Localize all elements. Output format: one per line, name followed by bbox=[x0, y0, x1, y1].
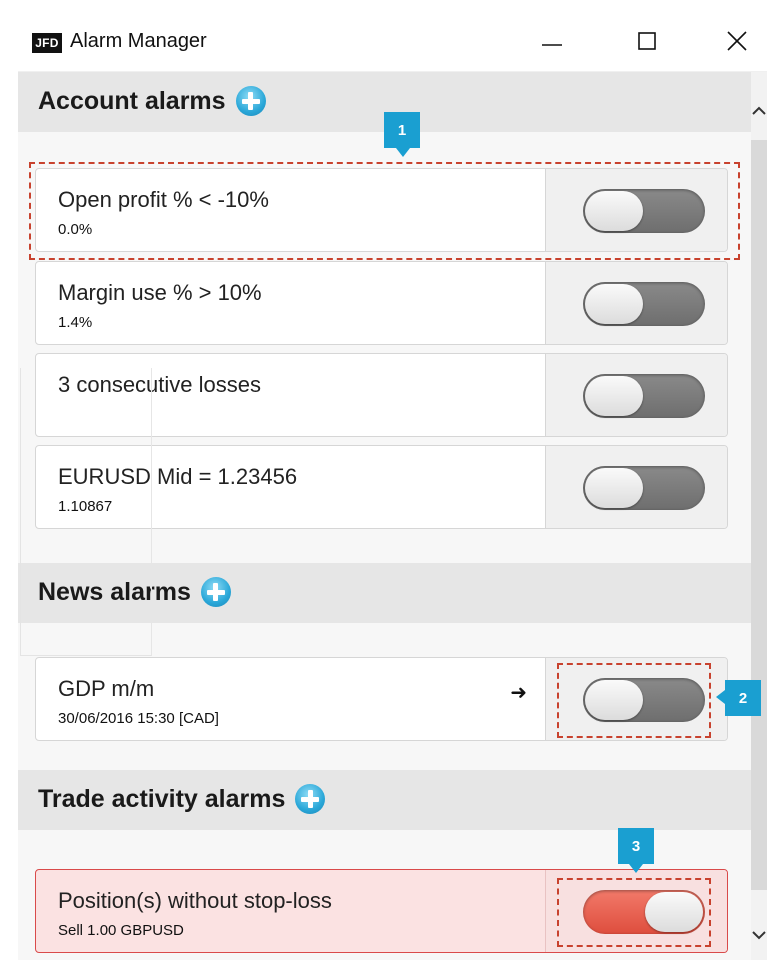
alarm-label: GDP m/m bbox=[58, 676, 155, 701]
maximize-icon bbox=[638, 32, 656, 50]
annotation-highlight bbox=[29, 162, 740, 260]
callout-marker: 3 bbox=[618, 828, 654, 864]
maximize-button[interactable] bbox=[618, 18, 676, 64]
app-logo: JFD bbox=[32, 33, 62, 53]
toggle-knob bbox=[585, 376, 643, 416]
alarm-row: Margin use % > 10% 1.4% bbox=[35, 261, 728, 345]
chevron-up-icon bbox=[752, 106, 766, 115]
alarm-value: Sell 1.00 GBPUSD bbox=[58, 922, 184, 939]
close-button[interactable] bbox=[708, 18, 766, 64]
title-bar: JFD Alarm Manager bbox=[18, 8, 767, 72]
overlay-frame bbox=[20, 368, 152, 656]
toggle-cell bbox=[545, 262, 727, 344]
arrow-right-icon[interactable]: ➜ bbox=[510, 680, 527, 705]
chevron-down-icon bbox=[752, 931, 766, 940]
alarm-toggle[interactable] bbox=[583, 466, 705, 510]
window-title: Alarm Manager bbox=[70, 30, 207, 52]
alarm-label: Position(s) without stop-loss bbox=[58, 888, 332, 913]
add-news-alarm-icon[interactable] bbox=[200, 577, 231, 607]
close-icon bbox=[727, 31, 747, 51]
callout-marker: 1 bbox=[384, 112, 420, 148]
callout-marker: 2 bbox=[725, 680, 761, 716]
annotation-highlight bbox=[557, 878, 711, 947]
add-trade-alarm-icon[interactable] bbox=[295, 784, 326, 814]
alarm-label: Margin use % > 10% bbox=[58, 280, 262, 305]
toggle-knob bbox=[585, 468, 643, 508]
alarm-toggle[interactable] bbox=[583, 282, 705, 326]
account-alarms-title: Account alarms bbox=[38, 86, 226, 115]
toggle-cell bbox=[545, 354, 727, 436]
trade-alarms-header: Trade activity alarms bbox=[18, 770, 751, 830]
callout-pointer bbox=[396, 148, 410, 157]
minimize-button[interactable] bbox=[523, 18, 581, 64]
add-account-alarm-icon[interactable] bbox=[235, 86, 266, 116]
alarm-value: 1.4% bbox=[58, 314, 93, 331]
alarm-toggle[interactable] bbox=[583, 374, 705, 418]
callout-pointer bbox=[716, 690, 725, 704]
toggle-knob bbox=[585, 284, 643, 324]
toggle-cell bbox=[545, 446, 727, 528]
callout-pointer bbox=[629, 864, 643, 873]
scroll-down-button[interactable] bbox=[751, 920, 767, 950]
scrollbar-thumb[interactable] bbox=[751, 140, 767, 890]
alarm-value: 30/06/2016 15:30 [CAD] bbox=[58, 710, 219, 727]
trade-alarms-title: Trade activity alarms bbox=[38, 784, 286, 813]
minimize-icon bbox=[542, 44, 562, 46]
scroll-up-button[interactable] bbox=[751, 96, 767, 126]
annotation-highlight bbox=[557, 663, 711, 738]
